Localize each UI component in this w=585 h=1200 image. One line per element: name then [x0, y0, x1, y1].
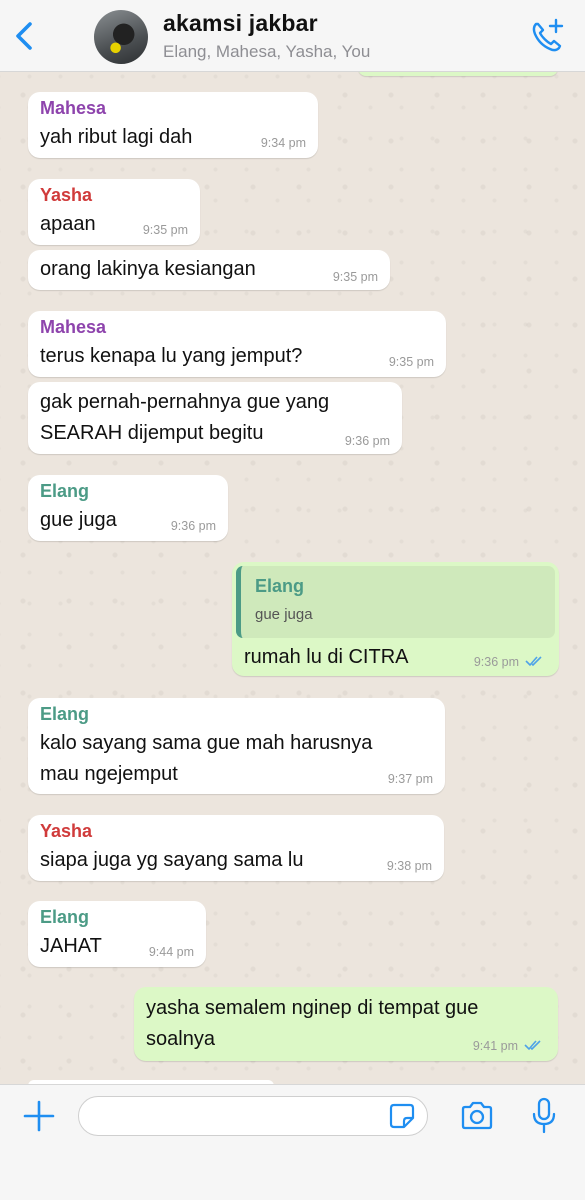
chat-header: akamsi jakbar Elang, Mahesa, Yasha, You — [0, 0, 585, 72]
message-time: 9:34 pm — [260, 136, 306, 150]
camera-icon — [461, 1101, 493, 1130]
message-bubble[interactable]: Mahesa yah ribut lagi dah 9:34 pm — [28, 92, 318, 158]
attach-button[interactable] — [22, 1099, 56, 1133]
group-avatar[interactable] — [94, 10, 148, 64]
message-bubble[interactable]: Mahesa terus kenapa lu yang jemput? 9:35… — [28, 311, 446, 377]
message-text: gue juga — [40, 509, 117, 531]
back-button[interactable] — [10, 18, 40, 54]
camera-button[interactable] — [459, 1100, 495, 1132]
chat-members[interactable]: Elang, Mahesa, Yasha, You — [163, 42, 370, 62]
message-bubble[interactable]: Yasha apaan 9:35 pm — [28, 179, 200, 245]
message-bubble[interactable]: Elang gue juga 9:36 pm — [28, 475, 228, 541]
message-text: yasha semalem nginep di tempat gue soaln… — [146, 997, 479, 1050]
message-bubble[interactable]: Elang kalo sayang sama gue mah harusnya … — [28, 698, 445, 794]
sticker-button[interactable] — [388, 1102, 416, 1130]
composer-bar — [0, 1084, 585, 1200]
add-call-button[interactable] — [527, 16, 567, 56]
microphone-button[interactable] — [530, 1097, 558, 1135]
microphone-icon — [532, 1097, 556, 1134]
message-text: JAHAT — [40, 935, 102, 957]
message-sender: Elang — [40, 481, 90, 501]
quote-sender: Elang — [255, 576, 305, 596]
message-text: yah ribut lagi dah — [40, 126, 193, 148]
message-time: 9:44 pm — [148, 945, 194, 959]
reply-quote[interactable]: Elang gue juga — [236, 566, 555, 638]
phone-plus-icon — [532, 18, 564, 52]
message-sender: Yasha — [40, 185, 93, 205]
message-text: apaan — [40, 213, 96, 235]
message-time: 9:41 pm — [472, 1039, 518, 1053]
message-sender: Elang — [40, 704, 90, 724]
message-time: 9:35 pm — [388, 355, 434, 369]
message-bubble-outgoing[interactable]: yasha semalem nginep di tempat gue soaln… — [134, 987, 558, 1061]
message-text: kalo sayang sama gue mah harusnya mau ng… — [40, 732, 373, 785]
plus-icon — [23, 1100, 55, 1132]
message-text: rumah lu di CITRA — [244, 646, 409, 668]
message-sender: Yasha — [40, 821, 93, 841]
message-time: 9:36 pm — [473, 655, 519, 669]
message-text: siapa juga yg sayang sama lu — [40, 849, 304, 871]
sticker-icon — [389, 1103, 415, 1129]
double-check-icon — [524, 1040, 541, 1051]
message-text: gak pernah-pernahnya gue yang SEARAH dij… — [40, 391, 330, 444]
double-check-icon — [525, 656, 542, 667]
message-time: 9:35 pm — [332, 270, 378, 284]
message-sender: Mahesa — [40, 317, 107, 337]
message-input[interactable] — [78, 1096, 428, 1136]
message-bubble[interactable]: Elang JAHAT 9:44 pm — [28, 901, 206, 967]
message-bubble-outgoing[interactable]: Elang gue juga rumah lu di CITRA 9:36 pm — [232, 562, 559, 676]
message-bubble-partial — [358, 72, 558, 76]
chat-title[interactable]: akamsi jakbar — [163, 10, 318, 37]
message-time: 9:38 pm — [386, 859, 432, 873]
message-time: 9:36 pm — [344, 434, 390, 448]
message-time: 9:37 pm — [387, 772, 433, 786]
message-sender: Mahesa — [40, 98, 107, 118]
message-time: 9:36 pm — [170, 519, 216, 533]
chevron-left-icon — [16, 22, 32, 50]
message-text: orang lakinya kesiangan — [40, 258, 256, 280]
message-bubble[interactable]: Yasha siapa juga yg sayang sama lu 9:38 … — [28, 815, 444, 881]
message-list[interactable]: Mahesa yah ribut lagi dah 9:34 pm Yasha … — [0, 72, 585, 1084]
quote-text: gue juga — [255, 606, 313, 623]
message-bubble[interactable]: orang lakinya kesiangan 9:35 pm — [28, 250, 390, 290]
message-sender: Elang — [40, 907, 90, 927]
message-bubble[interactable]: gak pernah-pernahnya gue yang SEARAH dij… — [28, 382, 402, 454]
message-time: 9:35 pm — [142, 223, 188, 237]
message-text: terus kenapa lu yang jemput? — [40, 345, 303, 367]
